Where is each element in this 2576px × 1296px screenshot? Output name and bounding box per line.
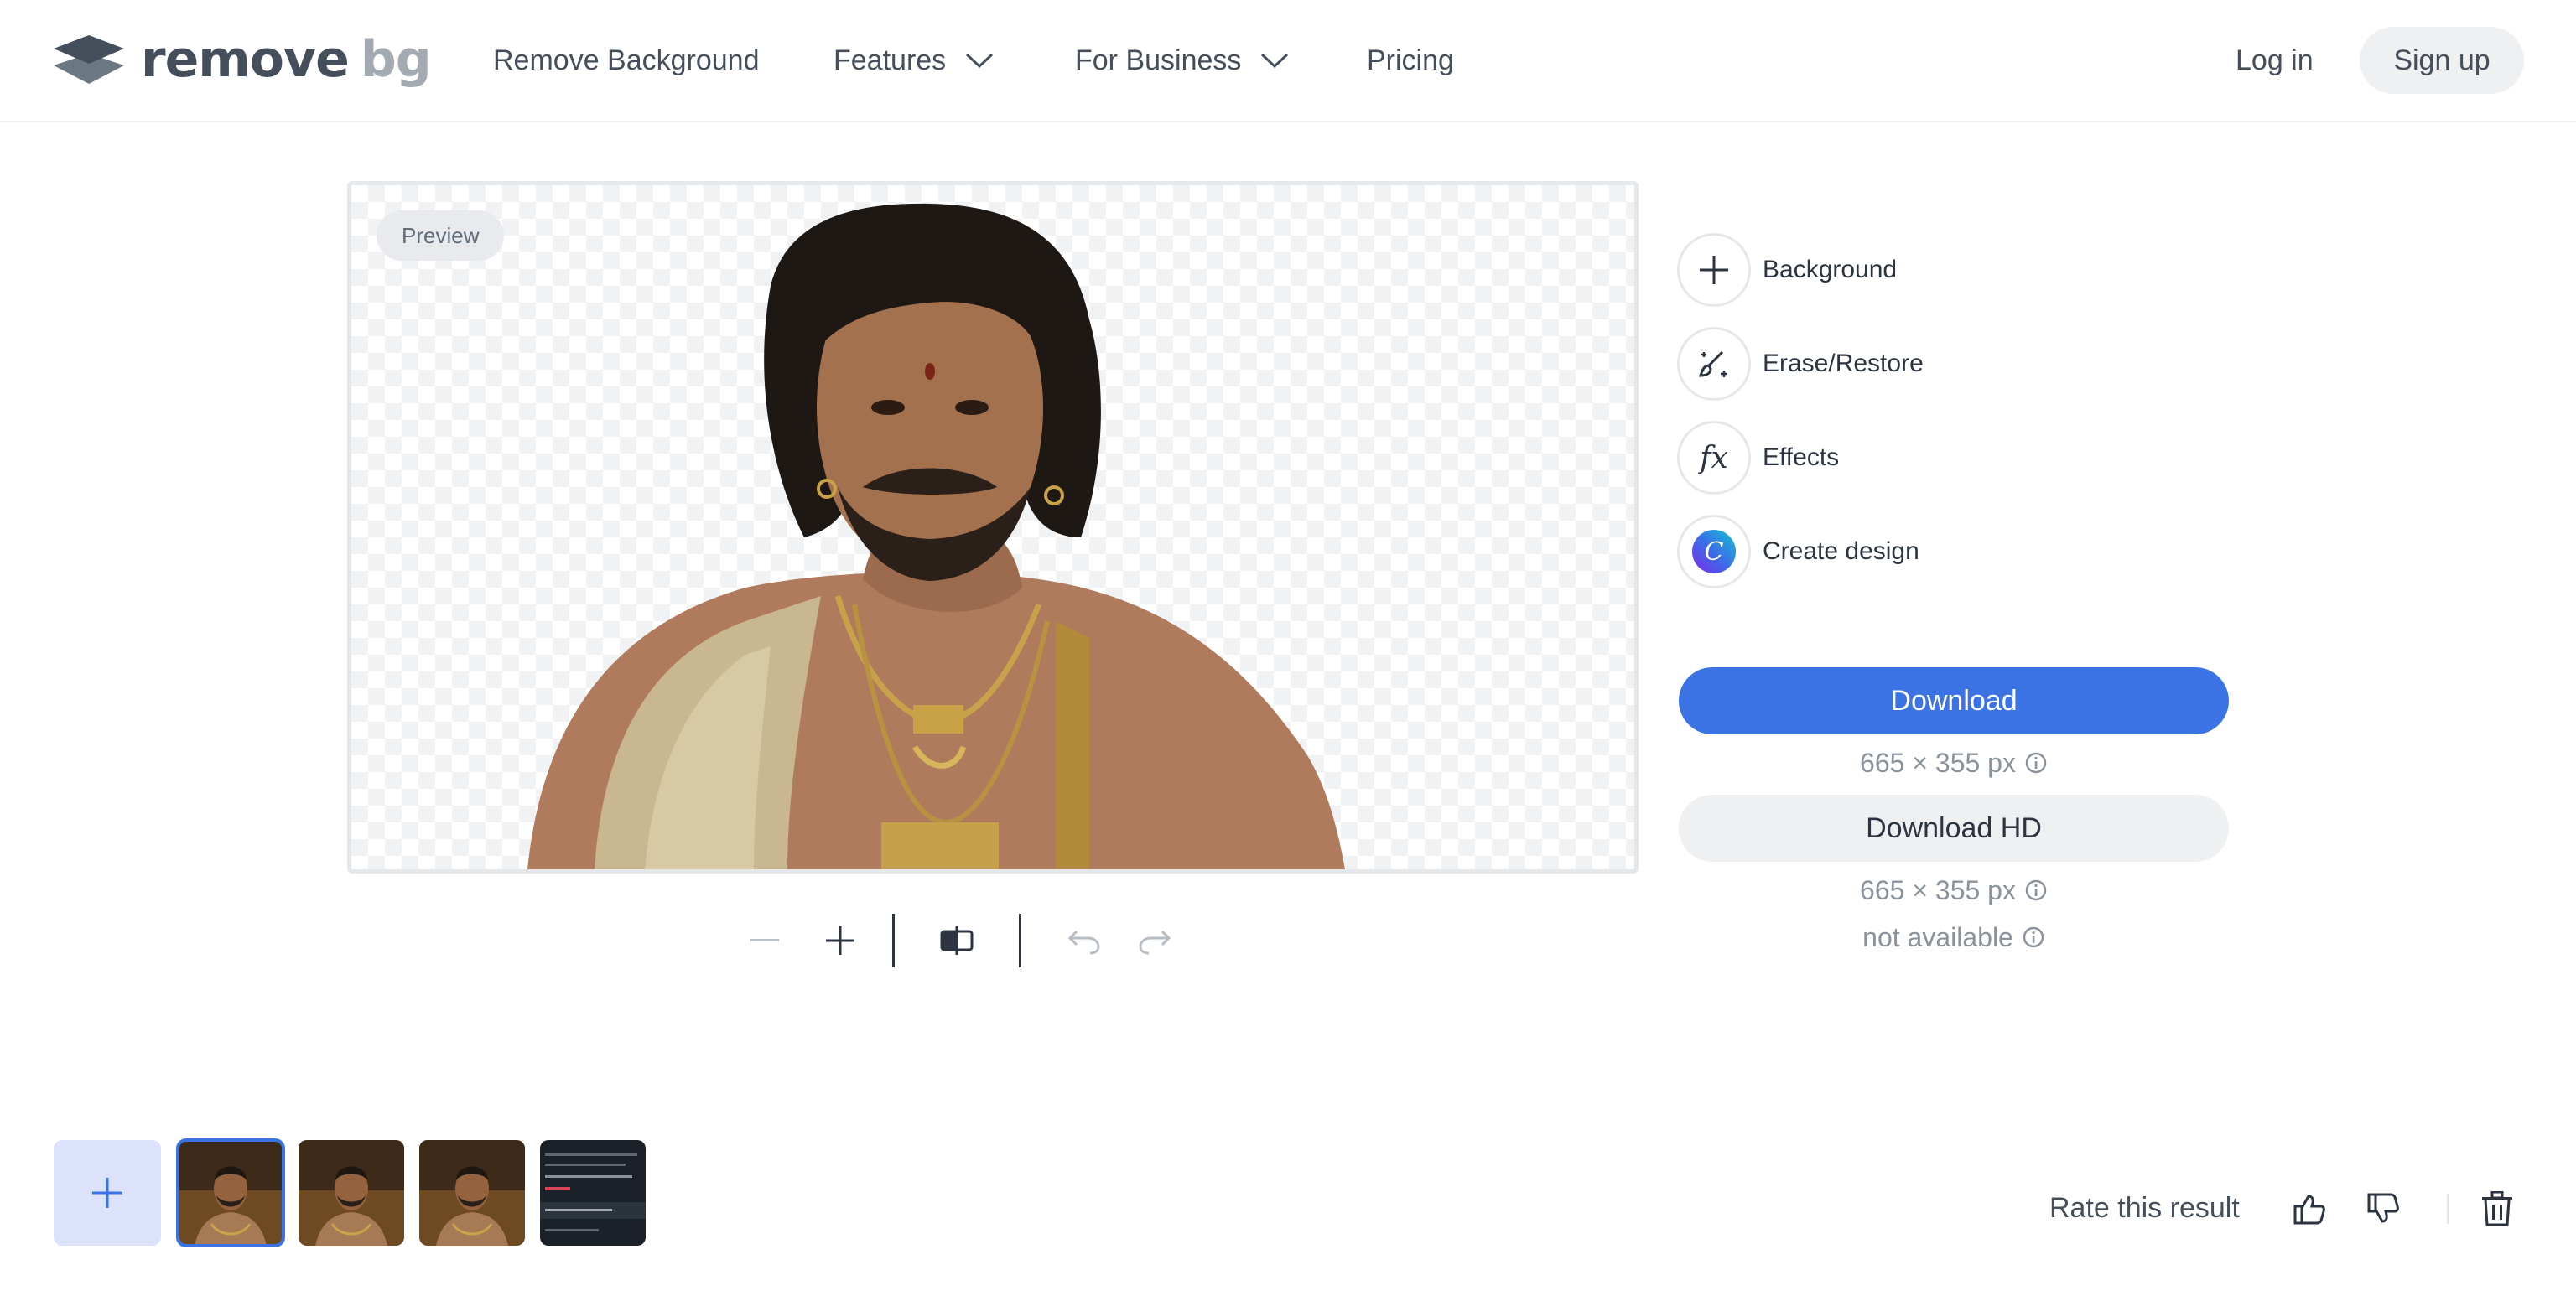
info-icon[interactable]	[2024, 879, 2048, 902]
preview-toolbar	[738, 914, 1182, 967]
cutout-subject-image	[527, 203, 1345, 869]
download-button[interactable]: Download	[1679, 667, 2229, 734]
redo-icon[interactable]	[1129, 914, 1182, 967]
tool-label: Effects	[1763, 443, 1840, 471]
image-preview[interactable]: Preview	[347, 181, 1639, 874]
fx-icon: fx	[1677, 421, 1751, 495]
signup-button[interactable]: Sign up	[2360, 27, 2524, 94]
download-hd-button[interactable]: Download HD	[1679, 795, 2229, 862]
nav-label: For Business	[1075, 44, 1242, 76]
nav-label: Features	[834, 44, 947, 76]
image-thumbnail[interactable]	[419, 1140, 525, 1246]
svg-text:C: C	[1705, 537, 1724, 567]
download-hd-availability: not available	[1862, 921, 2013, 952]
toolbar-divider	[892, 914, 895, 967]
chevron-down-icon	[966, 53, 994, 69]
logo-wordmark: remove bg	[141, 30, 432, 89]
nav-pricing[interactable]: Pricing	[1367, 37, 1454, 84]
nav-label: Pricing	[1367, 44, 1454, 76]
image-thumbnail[interactable]	[176, 1138, 285, 1247]
image-thumbnail[interactable]	[299, 1140, 404, 1246]
add-image-button[interactable]	[54, 1140, 161, 1246]
download-size: 665 × 355 px	[1860, 747, 2016, 778]
tool-erase-restore[interactable]: Erase/Restore	[1677, 327, 1924, 401]
zoom-out-icon[interactable]	[738, 914, 792, 967]
tool-label: Erase/Restore	[1763, 350, 1924, 377]
nav-for-business[interactable]: For Business	[1075, 37, 1290, 84]
logo-diamond-icon	[54, 35, 124, 84]
tool-effects[interactable]: fx Effects	[1677, 421, 1924, 495]
thumbs-up-icon[interactable]	[2284, 1184, 2334, 1234]
rating-divider	[2447, 1194, 2449, 1224]
removebg-logo[interactable]: remove bg	[52, 30, 432, 89]
plus-icon	[92, 1178, 122, 1208]
edit-tools-panel: Background Erase/Restore fx Effects C Cr…	[1677, 233, 1924, 609]
download-size-info: 665 × 355 px	[1679, 744, 2229, 781]
magic-brush-icon	[1677, 327, 1751, 401]
tool-label: Create design	[1763, 537, 1919, 565]
download-hd-size: 665 × 355 px	[1860, 874, 2016, 905]
undo-icon[interactable]	[1057, 914, 1110, 967]
tool-background[interactable]: Background	[1677, 233, 1924, 307]
preview-badge: Preview	[377, 210, 505, 261]
info-icon[interactable]	[2024, 751, 2048, 775]
image-thumbnail[interactable]	[540, 1140, 646, 1246]
download-hd-availability-info: not available	[1679, 919, 2229, 956]
nav-label: Remove Background	[493, 44, 760, 76]
tool-label: Background	[1763, 256, 1898, 283]
top-navigation: remove bg Remove Background Features For …	[0, 0, 2576, 122]
toolbar-divider	[1019, 914, 1021, 967]
logo-word-bg: bg	[360, 30, 432, 89]
logo-word-remove: remove	[141, 30, 350, 89]
nav-features[interactable]: Features	[834, 37, 995, 84]
nav-remove-background[interactable]: Remove Background	[493, 37, 760, 84]
tool-create-design[interactable]: C Create design	[1677, 515, 1924, 588]
trash-icon[interactable]	[2472, 1184, 2522, 1234]
info-icon[interactable]	[2022, 925, 2045, 949]
plus-icon	[1677, 233, 1751, 307]
login-link[interactable]: Log in	[2236, 37, 2314, 84]
canva-icon: C	[1677, 515, 1751, 588]
compare-icon[interactable]	[930, 914, 984, 967]
chevron-down-icon	[1261, 53, 1289, 69]
rate-result-label: Rate this result	[2049, 1192, 2240, 1224]
thumbs-down-icon[interactable]	[2358, 1184, 2408, 1234]
download-hd-size-info: 665 × 355 px	[1679, 872, 2229, 909]
zoom-in-icon[interactable]	[813, 914, 867, 967]
